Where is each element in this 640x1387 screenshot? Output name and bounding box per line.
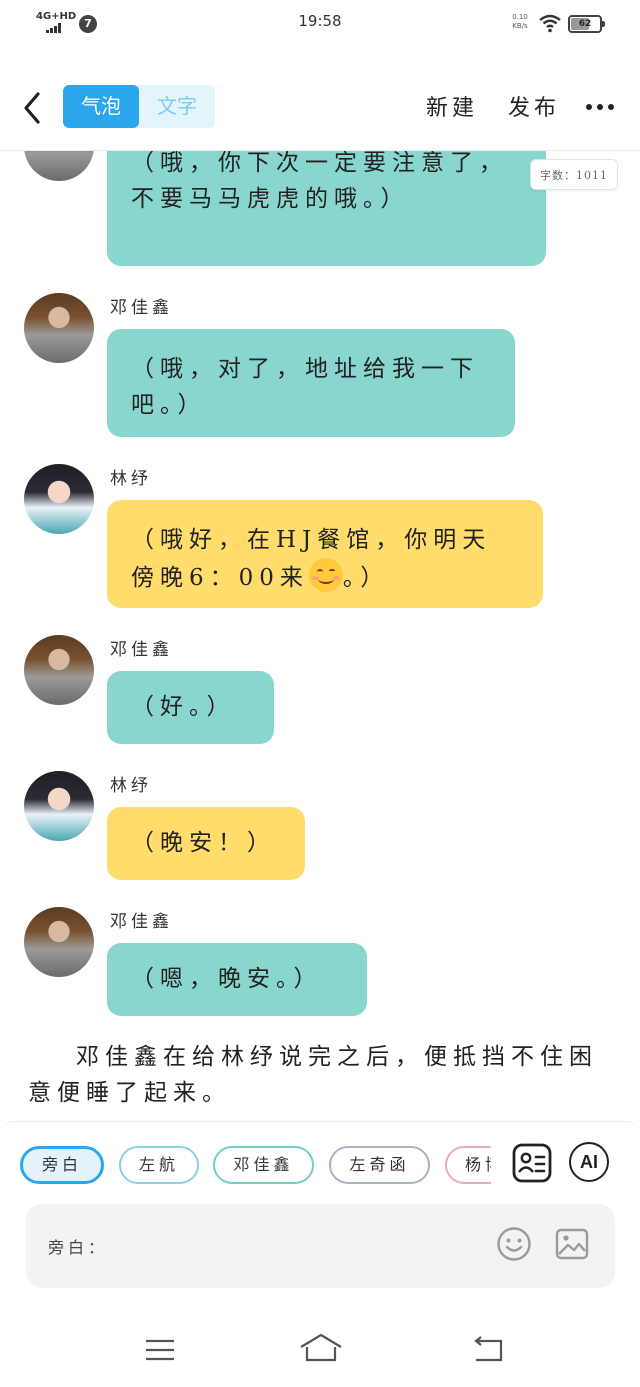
sender-name: 邓佳鑫	[110, 912, 173, 932]
role-chip[interactable]: 左航	[119, 1146, 199, 1184]
mode-switch: 气泡 文字	[63, 85, 215, 128]
avatar[interactable]	[24, 293, 94, 363]
back-return-icon[interactable]	[472, 1336, 504, 1364]
message-text: 。）	[342, 565, 390, 591]
sender-name: 邓佳鑫	[110, 298, 173, 318]
mode-bubble-tab[interactable]: 气泡	[63, 85, 139, 128]
role-chip[interactable]: 左奇函	[329, 1146, 430, 1184]
role-chip[interactable]: 旁白	[20, 1146, 104, 1184]
avatar[interactable]	[24, 771, 94, 841]
avatar[interactable]	[24, 464, 94, 534]
chat-area[interactable]: （哦，你下次一定要注意了，不要马马虎虎的哦。） 邓佳鑫 （哦，对了，地址给我一下…	[0, 151, 640, 1121]
message-bubble[interactable]: （哦，对了，地址给我一下吧。）	[107, 329, 515, 437]
message-bubble[interactable]: （好。）	[107, 671, 274, 744]
avatar[interactable]	[24, 635, 94, 705]
avatar[interactable]	[24, 151, 94, 181]
word-count-badge: 字数：1011	[530, 159, 618, 190]
input-role-label: 旁白：	[48, 1238, 109, 1257]
role-card-icon[interactable]	[511, 1142, 553, 1184]
home-icon[interactable]	[299, 1333, 343, 1363]
mode-text-tab[interactable]: 文字	[139, 85, 215, 128]
menu-icon[interactable]	[145, 1338, 175, 1362]
avatar[interactable]	[24, 907, 94, 977]
editor-toolbar: 气泡 文字 新建 发布	[0, 78, 640, 138]
message-bubble[interactable]: （嗯，晚安。）	[107, 943, 367, 1016]
message-bubble[interactable]: （哦好，在HJ餐馆，你明天傍晚6：00来。）	[107, 500, 543, 608]
image-icon[interactable]	[554, 1226, 590, 1262]
input-panel: 旁白 左航 邓佳鑫 左奇函 杨博 AI 旁白：	[0, 1121, 640, 1316]
wifi-icon	[539, 14, 561, 33]
publish-button[interactable]: 发布	[508, 90, 560, 122]
message-input[interactable]: 旁白：	[26, 1204, 615, 1288]
speed-value: 0.10	[512, 13, 528, 21]
status-bar: 4G+HD 7 19:58 0.10 KB/s 62	[0, 0, 640, 44]
role-chip[interactable]: 邓佳鑫	[213, 1146, 314, 1184]
more-dots-icon[interactable]	[586, 104, 614, 112]
speed-unit: KB/s	[512, 22, 528, 30]
back-arrow-icon[interactable]	[18, 88, 48, 128]
network-speed: 0.10 KB/s	[509, 13, 531, 31]
message-bubble[interactable]: （晚安！）	[107, 807, 305, 880]
sender-name: 林纾	[110, 469, 152, 489]
battery-level: 62	[578, 19, 592, 29]
battery-icon: 62	[568, 15, 605, 33]
system-nav-bar	[0, 1316, 640, 1387]
new-button[interactable]: 新建	[426, 90, 478, 122]
narration-text[interactable]: 邓佳鑫在给林纾说完之后，便抵挡不住困意便睡了起来。	[28, 1039, 618, 1111]
message-bubble[interactable]: （哦，你下次一定要注意了，不要马马虎虎的哦。）	[107, 151, 546, 266]
emoji-icon[interactable]	[496, 1226, 532, 1262]
smiling-face-emoji-icon	[308, 558, 343, 592]
sender-name: 林纾	[110, 776, 152, 796]
ai-button[interactable]: AI	[569, 1142, 609, 1182]
role-chip[interactable]: 杨博	[445, 1146, 491, 1184]
role-selector: 旁白 左航 邓佳鑫 左奇函 杨博	[20, 1146, 491, 1188]
sender-name: 邓佳鑫	[110, 640, 173, 660]
